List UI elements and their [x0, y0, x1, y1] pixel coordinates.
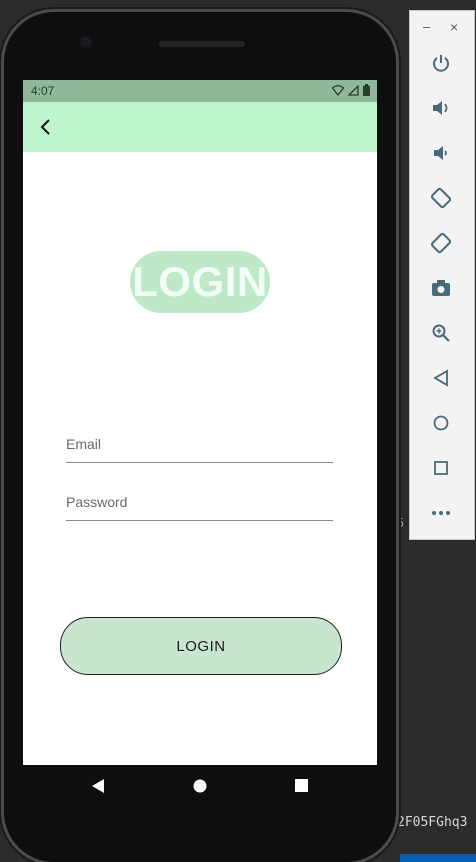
logo-text: LOGIN [132, 258, 268, 305]
background-text-fragment: 5 [397, 516, 405, 530]
status-icons [332, 84, 370, 96]
volume-up-button[interactable] [429, 96, 453, 120]
more-icon [432, 511, 450, 515]
camera-icon [432, 280, 450, 296]
app-bar [23, 102, 377, 152]
home-icon [433, 415, 449, 431]
power-button[interactable] [429, 51, 453, 75]
system-nav-bar [23, 765, 377, 809]
nav-recents-icon[interactable] [295, 779, 308, 792]
close-button[interactable]: × [450, 19, 458, 35]
home-button[interactable] [429, 411, 453, 435]
email-input[interactable] [66, 426, 333, 462]
password-field [66, 484, 333, 521]
battery-icon [363, 84, 370, 96]
earpiece-speaker [159, 41, 245, 47]
overview-icon [434, 461, 448, 475]
email-field [66, 426, 333, 463]
emulator-toolbar: – × [409, 10, 475, 540]
rotate-left-button[interactable] [429, 186, 453, 210]
power-icon [433, 55, 449, 72]
back-arrow-icon[interactable] [35, 116, 57, 138]
minimize-button[interactable]: – [423, 19, 430, 34]
rotate-left-icon [430, 187, 452, 209]
login-logo: LOGIN [130, 251, 270, 313]
screenshot-button[interactable] [429, 276, 453, 300]
overview-button[interactable] [429, 456, 453, 480]
volume-down-icon [434, 146, 447, 160]
rotate-right-icon [430, 232, 452, 254]
login-button[interactable]: LOGIN [60, 617, 342, 675]
device-screen: 4:07 LOGIN Email LOGIN [23, 80, 377, 765]
back-icon [433, 369, 448, 387]
background-hash-text: 2F05FGhq3 [397, 815, 468, 830]
zoom-button[interactable] [429, 321, 453, 345]
more-button[interactable] [429, 501, 453, 525]
nav-back-icon[interactable] [91, 779, 105, 793]
password-input[interactable] [66, 484, 333, 520]
signal-icon [348, 84, 359, 96]
zoom-icon [432, 324, 450, 342]
volume-down-button[interactable] [429, 141, 453, 165]
wifi-icon [332, 84, 344, 96]
volume-up-icon [433, 101, 448, 115]
background-status-bar [400, 854, 476, 862]
status-bar: 4:07 [23, 80, 377, 102]
nav-home-icon[interactable] [193, 779, 207, 793]
front-camera [81, 37, 91, 47]
phone-frame: 4:07 LOGIN Email LOGIN [4, 12, 396, 862]
back-button[interactable] [429, 366, 453, 390]
status-time: 4:07 [31, 84, 55, 98]
rotate-right-button[interactable] [429, 231, 453, 255]
